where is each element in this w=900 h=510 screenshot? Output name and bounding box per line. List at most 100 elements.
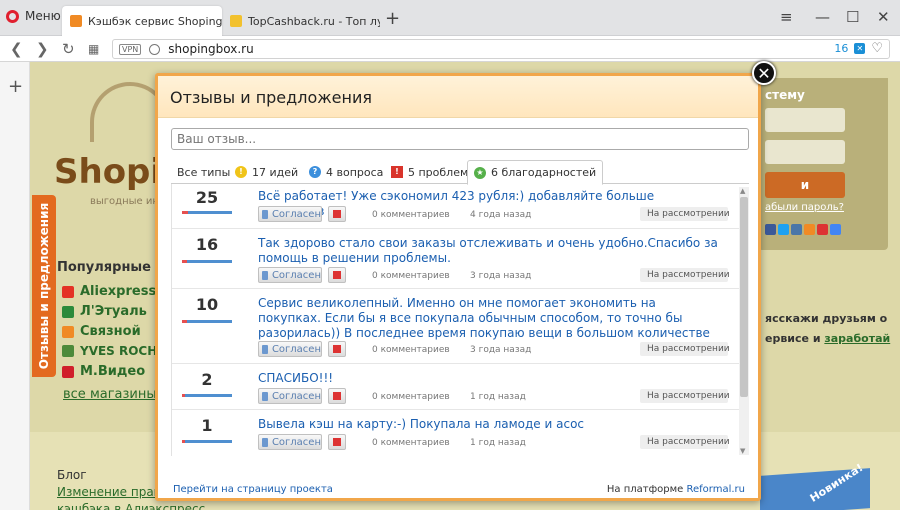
feedback-side-label: Отзывы и предложения bbox=[37, 202, 52, 370]
feedback-text-link[interactable]: Вывела кэш на карту:-) Покупала на ламод… bbox=[258, 417, 718, 432]
store-link-yves-rocher[interactable]: YVES ROCHE bbox=[62, 344, 165, 358]
maximize-icon[interactable]: ☐ bbox=[846, 8, 859, 26]
vote-count: 10 bbox=[195, 295, 219, 314]
vote-ratio-bar bbox=[182, 440, 232, 443]
store-link-aliexpress[interactable]: Aliexpress bbox=[62, 284, 156, 299]
adblock-shield-icon[interactable]: ✕ bbox=[854, 43, 866, 54]
dislike-button[interactable] bbox=[328, 434, 346, 450]
feedback-list-scrollbar[interactable]: ▲ ▼ bbox=[739, 187, 749, 455]
review-input[interactable] bbox=[171, 128, 749, 150]
vote-against-fill bbox=[182, 320, 187, 323]
status-badge: На рассмотрении bbox=[640, 389, 730, 403]
tab-ideas[interactable]: ! 17 идей bbox=[229, 160, 304, 184]
blog-post-link-2[interactable]: кэшбэка в Алиэкспресс bbox=[57, 502, 205, 510]
project-page-link[interactable]: Перейти на страницу проекта bbox=[173, 484, 333, 495]
tab-label: 5 проблем bbox=[408, 165, 469, 179]
browser-menu-button[interactable]: Меню bbox=[6, 9, 61, 23]
add-panel-icon[interactable]: + bbox=[8, 76, 23, 97]
status-badge: На рассмотрении bbox=[640, 207, 730, 221]
reformal-link[interactable]: Reformal.ru bbox=[686, 484, 745, 495]
modal-header: Отзывы и предложения bbox=[158, 76, 758, 118]
agree-label: Согласен bbox=[271, 390, 321, 402]
vote-count: 1 bbox=[201, 416, 213, 435]
site-logo-subtitle: выгодные ин bbox=[90, 196, 159, 207]
new-tab-icon[interactable]: + bbox=[385, 8, 400, 29]
speed-dial-icon[interactable]: ▦ bbox=[88, 42, 99, 56]
thumbs-down-icon bbox=[333, 392, 341, 400]
promo-banner[interactable]: Новинка! bbox=[760, 461, 870, 510]
minimize-icon[interactable]: — bbox=[815, 8, 830, 26]
login-password-field[interactable] bbox=[765, 140, 845, 164]
dislike-button[interactable] bbox=[328, 206, 346, 222]
tab-all-types[interactable]: Все типы bbox=[171, 160, 236, 184]
status-label: На рассмотрении bbox=[647, 391, 730, 401]
agree-button[interactable]: Согласен bbox=[258, 434, 322, 450]
feedback-side-tab[interactable]: Отзывы и предложения bbox=[32, 195, 56, 377]
comments-link[interactable]: 0 комментариев bbox=[372, 345, 450, 355]
close-window-icon[interactable]: ✕ bbox=[877, 8, 890, 26]
referral-text: ясскажи друзьям о bbox=[765, 312, 888, 325]
shopingbox-favicon-icon bbox=[70, 15, 82, 27]
vote-ratio-bar bbox=[182, 394, 232, 397]
blog-post-link[interactable]: Изменение прав bbox=[57, 485, 161, 499]
back-icon[interactable]: ❮ bbox=[10, 40, 23, 58]
dislike-button[interactable] bbox=[328, 341, 346, 357]
agree-label: Согласен bbox=[271, 269, 321, 281]
comments-link[interactable]: 0 комментариев bbox=[372, 210, 450, 220]
store-link-mvideo[interactable]: М.Видео bbox=[62, 364, 145, 379]
feedback-modal: Отзывы и предложения Все типы ! 17 идей ?… bbox=[155, 73, 761, 501]
agree-button[interactable]: Согласен bbox=[258, 388, 322, 404]
comments-link[interactable]: 0 комментариев bbox=[372, 392, 450, 402]
agree-button[interactable]: Согласен bbox=[258, 206, 322, 222]
site-logo[interactable]: Shopi bbox=[54, 152, 162, 192]
vote-count: 25 bbox=[195, 188, 219, 207]
store-link-letual[interactable]: Л'Этуаль bbox=[62, 304, 147, 319]
address-field[interactable]: VPN shopingbox.ru 16 ✕ ♡ bbox=[112, 39, 890, 59]
bookmark-heart-icon[interactable]: ♡ bbox=[871, 41, 883, 56]
dislike-button[interactable] bbox=[328, 388, 346, 404]
facebook-icon[interactable] bbox=[765, 224, 776, 235]
browser-tab-topcashback[interactable]: TopCashback.ru - Топ луч ✕ bbox=[222, 6, 380, 36]
tab-questions[interactable]: ? 4 вопроса bbox=[303, 160, 389, 184]
topcashback-favicon-icon bbox=[230, 15, 242, 27]
agree-button[interactable]: Согласен bbox=[258, 341, 322, 357]
vpn-badge[interactable]: VPN bbox=[119, 43, 142, 55]
store-name: YVES ROCHE bbox=[80, 344, 166, 358]
scroll-down-icon[interactable]: ▼ bbox=[740, 447, 745, 455]
feedback-text-link[interactable]: СПАСИБО!!! bbox=[258, 371, 718, 386]
store-name: Л'Этуаль bbox=[80, 304, 147, 319]
tab-thanks[interactable]: ★ 6 благодарностей bbox=[467, 160, 604, 185]
tab-label: 17 идей bbox=[252, 165, 299, 179]
close-modal-button[interactable]: ✕ bbox=[752, 61, 776, 85]
vk-icon[interactable] bbox=[791, 224, 802, 235]
scrollbar-thumb[interactable] bbox=[740, 197, 748, 397]
tracker-count: 16 bbox=[834, 42, 849, 55]
browser-tab-shopingbox[interactable]: Кэшбэк сервис Shopingbo ✕ bbox=[62, 6, 222, 36]
feedback-text-link[interactable]: Так здорово стало свои заказы отслеживат… bbox=[258, 236, 718, 266]
feedback-type-tabs: Все типы ! 17 идей ? 4 вопроса ! 5 проблем … bbox=[171, 160, 749, 185]
comments-link[interactable]: 0 комментариев bbox=[372, 438, 450, 448]
store-name: Aliexpress bbox=[80, 284, 157, 299]
scroll-up-icon[interactable]: ▲ bbox=[740, 187, 745, 195]
aliexpress-icon bbox=[62, 285, 74, 298]
agree-button[interactable]: Согласен bbox=[258, 267, 322, 283]
login-email-field[interactable] bbox=[765, 108, 845, 132]
platform-prefix: На платформе bbox=[606, 484, 684, 495]
store-link-svyaznoy[interactable]: Связной bbox=[62, 324, 141, 339]
reload-icon[interactable]: ↻ bbox=[62, 40, 75, 58]
forgot-password-link[interactable]: абыли пароль? bbox=[765, 202, 844, 213]
tab-menu-icon[interactable]: ≡ bbox=[780, 8, 793, 26]
twitter-icon[interactable] bbox=[778, 224, 789, 235]
forward-icon[interactable]: ❯ bbox=[36, 40, 49, 58]
google-icon[interactable] bbox=[830, 224, 841, 235]
tab-problems[interactable]: ! 5 проблем bbox=[385, 160, 474, 184]
login-button[interactable]: и bbox=[765, 172, 845, 198]
comments-link[interactable]: 0 комментариев bbox=[372, 271, 450, 281]
yandex-icon[interactable] bbox=[817, 224, 828, 235]
thumbs-down-icon bbox=[333, 438, 341, 446]
yves-rocher-icon bbox=[62, 345, 74, 357]
odnoklassniki-icon[interactable] bbox=[804, 224, 815, 235]
all-stores-link[interactable]: все магазины bbox=[63, 387, 157, 402]
earn-link[interactable]: заработай bbox=[824, 332, 890, 345]
dislike-button[interactable] bbox=[328, 267, 346, 283]
